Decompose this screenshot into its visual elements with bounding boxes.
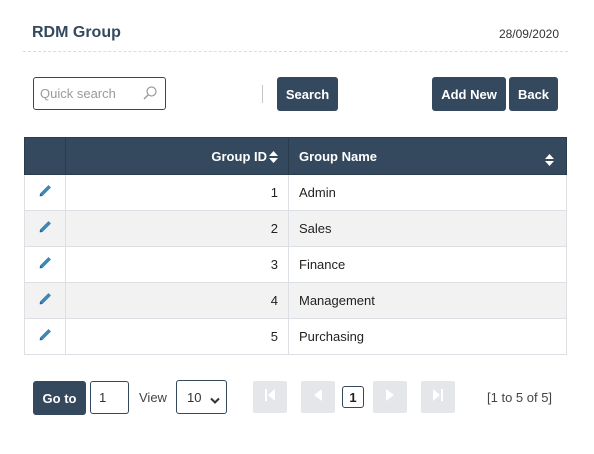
- pagination-info: [1 to 5 of 5]: [487, 390, 553, 405]
- prev-page-icon: [313, 388, 323, 407]
- first-page-icon: [264, 388, 276, 407]
- last-page-icon: [432, 388, 444, 407]
- group-id-cell: 2: [65, 210, 289, 247]
- quick-search-box[interactable]: [33, 77, 166, 110]
- group-id-cell: 5: [65, 318, 289, 355]
- sort-icon[interactable]: [269, 149, 278, 164]
- back-button[interactable]: Back: [509, 77, 558, 111]
- table-header-row: Group ID Group Name: [24, 137, 567, 175]
- group-name-cell: Sales: [288, 210, 567, 247]
- edit-column-header: [24, 137, 66, 175]
- group-id-cell: 3: [65, 246, 289, 283]
- pencil-icon[interactable]: [38, 256, 52, 270]
- page-header: RDM Group 28/09/2020: [23, 14, 568, 52]
- group-name-cell: Purchasing: [288, 318, 567, 355]
- table-row: 2 Sales: [24, 210, 567, 247]
- group-name-cell: Management: [288, 282, 567, 319]
- table-row: 3 Finance: [24, 246, 567, 283]
- next-page-icon: [385, 388, 395, 407]
- group-id-cell: 1: [65, 174, 289, 211]
- pencil-icon[interactable]: [38, 220, 52, 234]
- first-page-button[interactable]: [253, 381, 287, 413]
- view-label: View: [139, 390, 167, 405]
- toolbar-divider: [262, 85, 263, 103]
- previous-page-button[interactable]: [301, 381, 335, 413]
- header-date: 28/09/2020: [498, 27, 559, 41]
- last-page-button[interactable]: [421, 381, 455, 413]
- group-name-cell: Admin: [288, 174, 567, 211]
- table-row: 4 Management: [24, 282, 567, 319]
- quick-search-input[interactable]: [34, 78, 134, 109]
- go-to-page-input[interactable]: [90, 381, 129, 414]
- group-id-cell: 4: [65, 282, 289, 319]
- pencil-icon[interactable]: [38, 292, 52, 306]
- group-id-column-header[interactable]: Group ID: [65, 137, 289, 175]
- group-name-header-label: Group Name: [299, 148, 378, 164]
- table-row: 1 Admin: [24, 174, 567, 211]
- edit-cell[interactable]: [24, 246, 66, 283]
- edit-cell[interactable]: [24, 210, 66, 247]
- current-page-indicator[interactable]: 1: [342, 386, 364, 408]
- page-size-value: 10: [187, 389, 202, 405]
- page-size-select[interactable]: 10: [176, 380, 227, 414]
- search-icon[interactable]: [142, 85, 158, 101]
- chevron-down-icon: [210, 393, 220, 408]
- pencil-icon[interactable]: [38, 328, 52, 342]
- group-name-column-header[interactable]: Group Name: [288, 137, 567, 175]
- edit-cell[interactable]: [24, 318, 66, 355]
- page-title: RDM Group: [32, 24, 121, 41]
- go-to-button[interactable]: Go to: [33, 381, 86, 415]
- search-button[interactable]: Search: [277, 77, 338, 111]
- table-row: 5 Purchasing: [24, 318, 567, 355]
- group-id-header-label: Group ID: [211, 148, 267, 164]
- edit-cell[interactable]: [24, 282, 66, 319]
- edit-cell[interactable]: [24, 174, 66, 211]
- sort-icon[interactable]: [545, 151, 554, 166]
- add-new-button[interactable]: Add New: [432, 77, 506, 111]
- pencil-icon[interactable]: [38, 184, 52, 198]
- group-name-cell: Finance: [288, 246, 567, 283]
- next-page-button[interactable]: [373, 381, 407, 413]
- group-table: Group ID Group Name 1 Admin 2 Sales 3 Fi…: [24, 137, 567, 355]
